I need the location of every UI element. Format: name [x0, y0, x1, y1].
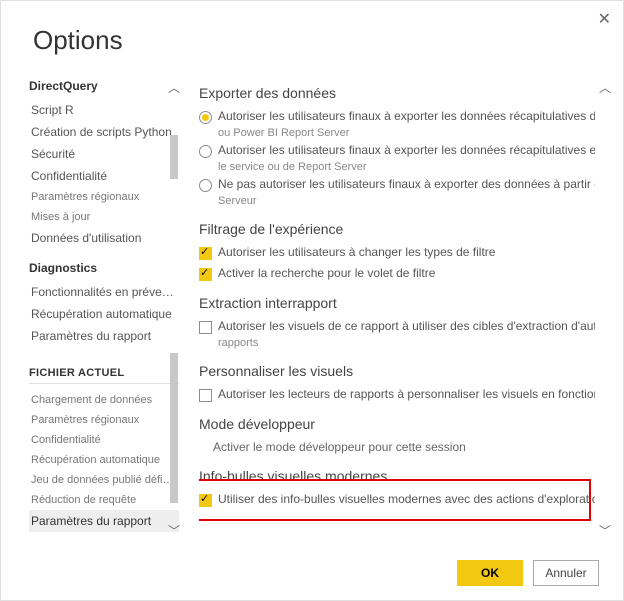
opt-label: Utiliser des info-bulles visuelles moder…	[218, 492, 595, 506]
radio-export-opt2[interactable]: Autoriser les utilisateurs finaux à expo…	[199, 143, 595, 158]
sidebar-item-script-r[interactable]: Script R	[29, 99, 179, 121]
opt-sublabel: ou Power BI Report Server	[218, 127, 595, 139]
dialog-buttons: OK Annuler	[457, 560, 599, 586]
opt-sublabel: rapports	[218, 337, 595, 349]
opt-sublabel: Serveur	[218, 195, 595, 207]
sidebar-item-published-dataset[interactable]: Jeu de données publié défini…	[29, 470, 179, 490]
group-filter: Filtrage de l'expérience	[199, 221, 595, 237]
radio-icon[interactable]	[199, 111, 212, 124]
checkbox-icon[interactable]	[199, 494, 212, 507]
opt-label: Autoriser les utilisateurs à changer les…	[218, 245, 495, 259]
sidebar-item-python[interactable]: Création de scripts Python	[29, 121, 179, 143]
sidebar-item-query-reduction[interactable]: Réduction de requête	[29, 490, 179, 510]
sidebar: DirectQuery Script R Création de scripts…	[29, 79, 179, 539]
sidebar-item-autorecover2[interactable]: Récupération automatique	[29, 450, 179, 470]
opt-label: Ne pas autoriser les utilisateurs finaux…	[218, 177, 595, 191]
checkbox-icon[interactable]	[199, 389, 212, 402]
page-title: Options	[33, 25, 123, 56]
sidebar-item-preview[interactable]: Fonctionnalités en préversion	[29, 281, 179, 303]
sidebar-scrollbar[interactable]: ︿ ﹀	[168, 79, 180, 539]
sidebar-item-data-load[interactable]: Chargement de données	[29, 390, 179, 410]
opt-label: Autoriser les utilisateurs finaux à expo…	[218, 109, 595, 123]
checkbox-icon[interactable]	[199, 247, 212, 260]
check-crossreport[interactable]: Autoriser les visuels de ce rapport à ut…	[199, 319, 595, 334]
check-personalize[interactable]: Autoriser les lecteurs de rapports à per…	[199, 387, 595, 402]
radio-icon[interactable]	[199, 145, 212, 158]
sidebar-item-confidentiality[interactable]: Confidentialité	[29, 165, 179, 187]
sidebar-item-autorecover[interactable]: Récupération automatique	[29, 303, 179, 325]
chevron-up-icon[interactable]: ︿	[599, 79, 611, 96]
sidebar-item-report-settings2[interactable]: Paramètres du rapport	[29, 510, 179, 532]
sidebar-header-diagnostics: Diagnostics	[29, 261, 179, 275]
sidebar-item-security[interactable]: Sécurité	[29, 143, 179, 165]
chevron-down-icon[interactable]: ﹀	[599, 522, 611, 539]
group-devmode: Mode développeur	[199, 416, 595, 432]
sidebar-header-current-file: FICHIER ACTUEL	[29, 367, 179, 384]
cancel-button[interactable]: Annuler	[533, 560, 599, 586]
check-filter-search[interactable]: Activer la recherche pour le volet de fi…	[199, 266, 595, 281]
sidebar-item-confidentiality2[interactable]: Confidentialité	[29, 430, 179, 450]
radio-export-opt1[interactable]: Autoriser les utilisateurs finaux à expo…	[199, 109, 595, 124]
group-crossreport: Extraction interrapport	[199, 295, 595, 311]
opt-sublabel: le service ou de Report Server	[218, 161, 595, 173]
opt-label: Autoriser les utilisateurs finaux à expo…	[218, 143, 595, 157]
chevron-down-icon[interactable]: ﹀	[168, 522, 180, 539]
check-modern-tooltips[interactable]: Utiliser des info-bulles visuelles moder…	[199, 492, 595, 507]
group-personalize: Personnaliser les visuels	[199, 363, 595, 379]
radio-icon[interactable]	[199, 179, 212, 192]
sidebar-item-report-settings[interactable]: Paramètres du rapport	[29, 325, 179, 347]
sidebar-item-updates[interactable]: Mises à jour	[29, 207, 179, 227]
sidebar-item-regional2[interactable]: Paramètres régionaux	[29, 410, 179, 430]
sidebar-item-regional[interactable]: Paramètres régionaux	[29, 187, 179, 207]
opt-label: Autoriser les visuels de ce rapport à ut…	[218, 319, 595, 333]
checkbox-icon[interactable]	[199, 321, 212, 334]
opt-label: Autoriser les lecteurs de rapports à per…	[218, 387, 595, 401]
sidebar-header-directquery: DirectQuery	[29, 79, 179, 93]
devmode-text[interactable]: Activer le mode développeur pour cette s…	[213, 440, 595, 454]
check-filter-types[interactable]: Autoriser les utilisateurs à changer les…	[199, 245, 595, 260]
opt-label: Activer la recherche pour le volet de fi…	[218, 266, 435, 280]
ok-button[interactable]: OK	[457, 560, 523, 586]
group-tooltips: Info-bulles visuelles modernes	[199, 468, 595, 484]
group-export: Exporter des données	[199, 85, 595, 101]
sidebar-item-usage[interactable]: Données d'utilisation	[29, 227, 179, 249]
close-icon[interactable]: ✕	[598, 9, 611, 29]
radio-export-opt3[interactable]: Ne pas autoriser les utilisateurs finaux…	[199, 177, 595, 192]
content-panel: Exporter des données Autoriser les utili…	[199, 79, 595, 539]
content-scrollbar[interactable]: ︿ ﹀	[599, 79, 611, 539]
chevron-up-icon[interactable]: ︿	[168, 79, 180, 96]
checkbox-icon[interactable]	[199, 268, 212, 281]
